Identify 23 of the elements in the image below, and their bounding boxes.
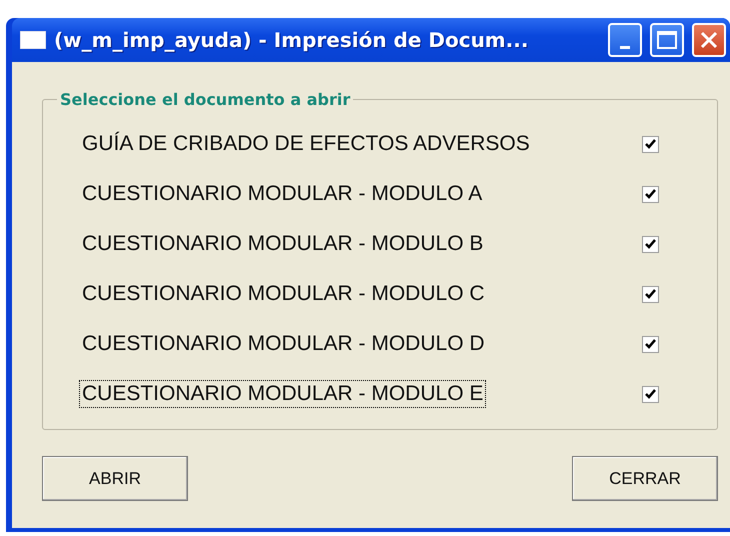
checkbox[interactable]	[642, 236, 659, 252]
maximize-button[interactable]	[650, 23, 684, 57]
checkbox[interactable]	[642, 336, 659, 352]
checkbox[interactable]	[642, 186, 659, 202]
open-button[interactable]: ABRIR	[42, 456, 188, 501]
close-button[interactable]	[692, 23, 726, 57]
window-title: (w_m_imp_ayuda) - Impresión de Docum...	[54, 28, 530, 52]
document-label[interactable]: GUÍA DE CRIBADO DE EFECTOS ADVERSOS	[79, 130, 533, 158]
checkbox[interactable]	[642, 286, 659, 302]
close-icon	[699, 30, 719, 50]
document-label[interactable]: CUESTIONARIO MODULAR - MODULO A	[79, 180, 486, 208]
checkbox[interactable]	[642, 386, 659, 402]
maximize-icon	[657, 31, 677, 49]
document-label[interactable]: CUESTIONARIO MODULAR - MODULO E	[79, 380, 486, 408]
document-label[interactable]: CUESTIONARIO MODULAR - MODULO C	[79, 280, 488, 308]
checkbox[interactable]	[642, 136, 659, 152]
minimize-button[interactable]	[608, 23, 642, 57]
close-dialog-button[interactable]: CERRAR	[572, 456, 718, 501]
minimize-icon	[620, 46, 630, 48]
document-label[interactable]: CUESTIONARIO MODULAR - MODULO B	[79, 230, 486, 258]
window-icon	[20, 31, 46, 49]
group-title: Seleccione el documento a abrir	[59, 90, 352, 109]
document-label[interactable]: CUESTIONARIO MODULAR - MODULO D	[79, 330, 488, 358]
